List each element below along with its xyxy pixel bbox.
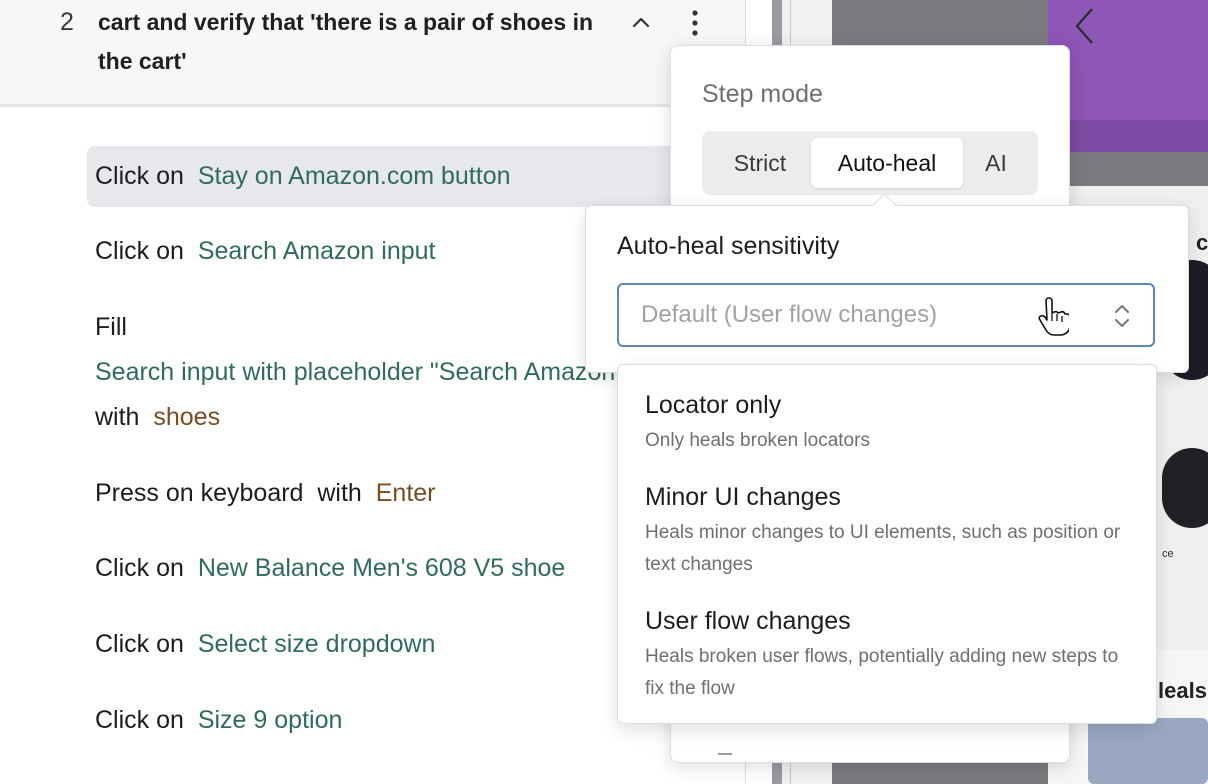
option-label: User flow changes (645, 607, 851, 635)
action-target: New Balance Men's 608 V5 shoe (197, 554, 566, 582)
action-row[interactable]: Click on Stay on Amazon.com button (87, 146, 727, 207)
preview-text: cc (1196, 230, 1208, 255)
preview-text: ce (1162, 548, 1174, 560)
action-row[interactable]: Press on keyboard with Enter (95, 471, 436, 516)
action-target: Size 9 option (197, 706, 343, 734)
action-verb: Click on (95, 237, 184, 265)
action-row[interactable]: Fill (95, 305, 127, 350)
action-verb: Press on keyboard (95, 479, 304, 507)
back-arrow-icon[interactable] (1072, 6, 1098, 46)
chevron-up-down-icon (1115, 305, 1129, 327)
action-row-target[interactable]: Search input with placeholder "Search Am… (95, 350, 624, 395)
option-description: Heals minor changes to UI elements, such… (645, 522, 1121, 575)
sensitivity-options-list: Locator only Only heals broken locators … (617, 364, 1157, 724)
step-mode-ai[interactable]: AI (974, 138, 1018, 188)
auto-heal-sensitivity-popover: Auto-heal sensitivity Default (User flow… (585, 193, 1189, 373)
action-row[interactable]: Click on Search Amazon input (95, 229, 435, 274)
action-row[interactable]: Click on Size 9 option (95, 698, 342, 743)
action-verb: Click on (95, 630, 184, 658)
action-target: Search Amazon input (197, 237, 436, 265)
preview-text: leals (1158, 678, 1207, 703)
option-user-flow-changes[interactable]: User flow changes Heals broken user flow… (645, 605, 1125, 705)
action-value: shoes (153, 403, 221, 431)
step-header: 2 cart and verify that 'there is a pair … (0, 0, 746, 107)
option-description: Only heals broken locators (645, 430, 870, 451)
action-row[interactable]: Click on New Balance Men's 608 V5 shoe (95, 546, 565, 591)
action-verb: Fill (95, 313, 127, 341)
step-number: 2 (60, 8, 74, 36)
step-mode-title: Step mode (702, 80, 823, 108)
product-image (1088, 718, 1208, 784)
action-target: Search input with placeholder "Search Am… (95, 358, 625, 386)
action-target: Stay on Amazon.com button (197, 162, 511, 190)
action-verb: Click on (95, 554, 184, 582)
action-row[interactable]: Click on Select size dropdown (95, 622, 435, 667)
action-target: Select size dropdown (197, 630, 436, 658)
option-label: Locator only (645, 391, 782, 419)
step-mode-toggle: Strict Auto-heal AI (702, 131, 1038, 195)
sensitivity-select[interactable]: Default (User flow changes) (617, 283, 1155, 347)
action-verb: Click on (95, 706, 184, 734)
action-row-value[interactable]: with shoes (95, 395, 220, 440)
step-title: cart and verify that 'there is a pair of… (98, 9, 594, 74)
action-value: Enter (375, 479, 436, 507)
sensitivity-title: Auto-heal sensitivity (617, 232, 840, 260)
step-mode-auto-heal[interactable]: Auto-heal (811, 138, 963, 188)
preview-banner-strip (1048, 120, 1208, 152)
option-minor-ui-changes[interactable]: Minor UI changes Heals minor changes to … (645, 481, 1125, 581)
obscured-content (718, 743, 732, 755)
sensitivity-placeholder: Default (User flow changes) (641, 301, 938, 328)
option-label: Minor UI changes (645, 483, 841, 511)
chevron-up-icon[interactable] (628, 10, 654, 36)
step-mode-strict[interactable]: Strict (712, 138, 808, 188)
action-verb: Click on (95, 162, 184, 190)
product-image (1162, 448, 1208, 528)
more-options-icon[interactable] (682, 8, 708, 38)
option-locator-only[interactable]: Locator only Only heals broken locators (645, 389, 1125, 457)
option-description: Heals broken user flows, potentially add… (645, 646, 1119, 699)
action-with: with (95, 403, 140, 431)
action-with: with (317, 479, 362, 507)
